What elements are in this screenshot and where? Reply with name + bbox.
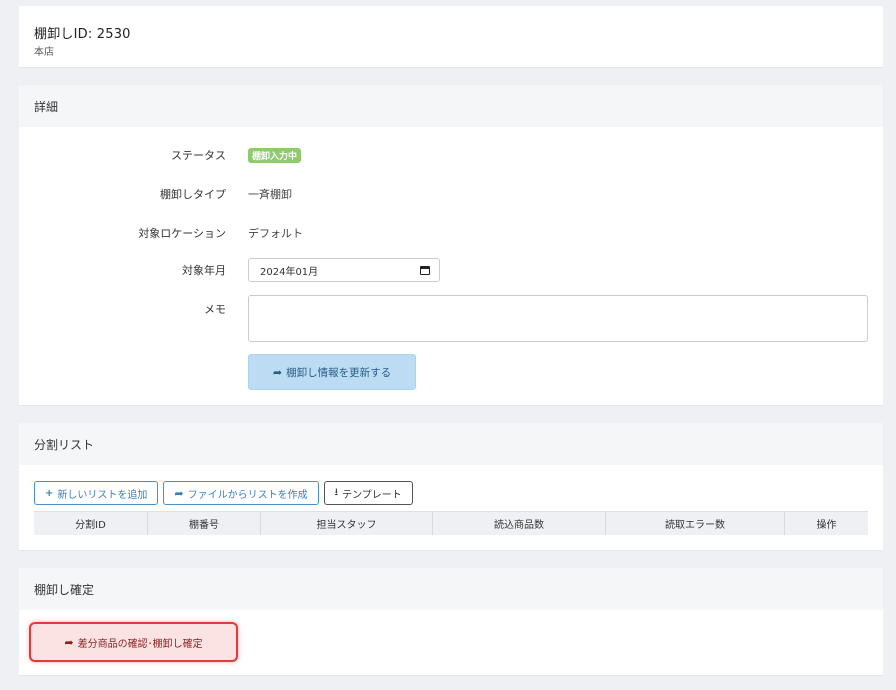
split-list-heading: 分割リスト bbox=[19, 423, 883, 465]
split-list-toolbar: + 新しいリストを追加 ➦ ファイルからリストを作成 ⭳ テンプレート bbox=[34, 481, 413, 505]
create-from-file-button[interactable]: ➦ ファイルからリストを作成 bbox=[163, 481, 319, 505]
status-badge: 棚卸入力中 bbox=[248, 147, 302, 163]
template-label: テンプレート bbox=[342, 489, 402, 501]
create-from-file-label: ファイルからリストを作成 bbox=[187, 489, 308, 501]
page-header: 棚卸しID: 2530 本店 bbox=[19, 6, 883, 68]
split-list-table-header: 分割ID 棚番号 担当スタッフ 読込商品数 読取エラー数 操作 bbox=[34, 511, 868, 535]
col-error-count: 読取エラー数 bbox=[606, 512, 785, 535]
confirm-panel: 棚卸し確定 ➦ 差分商品の確認･棚卸し確定 bbox=[19, 568, 883, 676]
col-staff: 担当スタッフ bbox=[261, 512, 433, 535]
status-row: ステータス 棚卸入力中 bbox=[19, 147, 883, 163]
share-icon: ➦ bbox=[64, 635, 74, 649]
location-row: 対象ロケーション デフォルト bbox=[19, 225, 883, 241]
store-name: 本店 bbox=[34, 47, 54, 58]
update-button-label: 棚卸し情報を更新する bbox=[286, 366, 392, 379]
add-list-button[interactable]: + 新しいリストを追加 bbox=[34, 481, 159, 505]
download-icon: ⭳ bbox=[334, 486, 339, 498]
template-button[interactable]: ⭳ テンプレート bbox=[323, 481, 413, 505]
detail-heading: 詳細 bbox=[19, 85, 883, 127]
month-input[interactable]: 2024年01月 bbox=[248, 258, 440, 282]
share-icon: ➦ bbox=[272, 365, 283, 379]
calendar-icon[interactable] bbox=[420, 265, 430, 275]
split-list-panel: 分割リスト + 新しいリストを追加 ➦ ファイルからリストを作成 ⭳ テンプレー… bbox=[19, 423, 883, 551]
col-read-count: 読込商品数 bbox=[433, 512, 606, 535]
confirm-button[interactable]: ➦ 差分商品の確認･棚卸し確定 bbox=[29, 622, 238, 662]
confirm-heading: 棚卸し確定 bbox=[19, 568, 883, 610]
update-button[interactable]: ➦ 棚卸し情報を更新する bbox=[248, 354, 416, 390]
col-split-id: 分割ID bbox=[34, 512, 148, 535]
memo-label: メモ bbox=[204, 303, 226, 316]
add-list-label: 新しいリストを追加 bbox=[57, 489, 148, 501]
type-value: 一斉棚卸 bbox=[248, 188, 292, 201]
month-value: 2024年01月 bbox=[260, 266, 319, 278]
status-label: ステータス bbox=[171, 149, 226, 162]
location-value: デフォルト bbox=[248, 227, 303, 240]
type-row: 棚卸しタイプ 一斉棚卸 bbox=[19, 186, 883, 202]
col-actions: 操作 bbox=[816, 520, 837, 531]
location-label: 対象ロケーション bbox=[138, 227, 226, 240]
memo-textarea[interactable] bbox=[248, 295, 868, 342]
month-row: 対象年月 2024年01月 bbox=[19, 258, 883, 282]
type-label: 棚卸しタイプ bbox=[160, 188, 226, 201]
page-title: 棚卸しID: 2530 bbox=[34, 27, 131, 42]
confirm-button-label: 差分商品の確認･棚卸し確定 bbox=[77, 638, 203, 650]
detail-panel: 詳細 ステータス 棚卸入力中 棚卸しタイプ 一斉棚卸 対象ロケーション デフォル… bbox=[19, 85, 883, 406]
plus-icon: + bbox=[45, 487, 54, 499]
col-shelf-number: 棚番号 bbox=[148, 512, 261, 535]
share-icon: ➦ bbox=[174, 486, 184, 500]
month-label: 対象年月 bbox=[182, 264, 226, 277]
